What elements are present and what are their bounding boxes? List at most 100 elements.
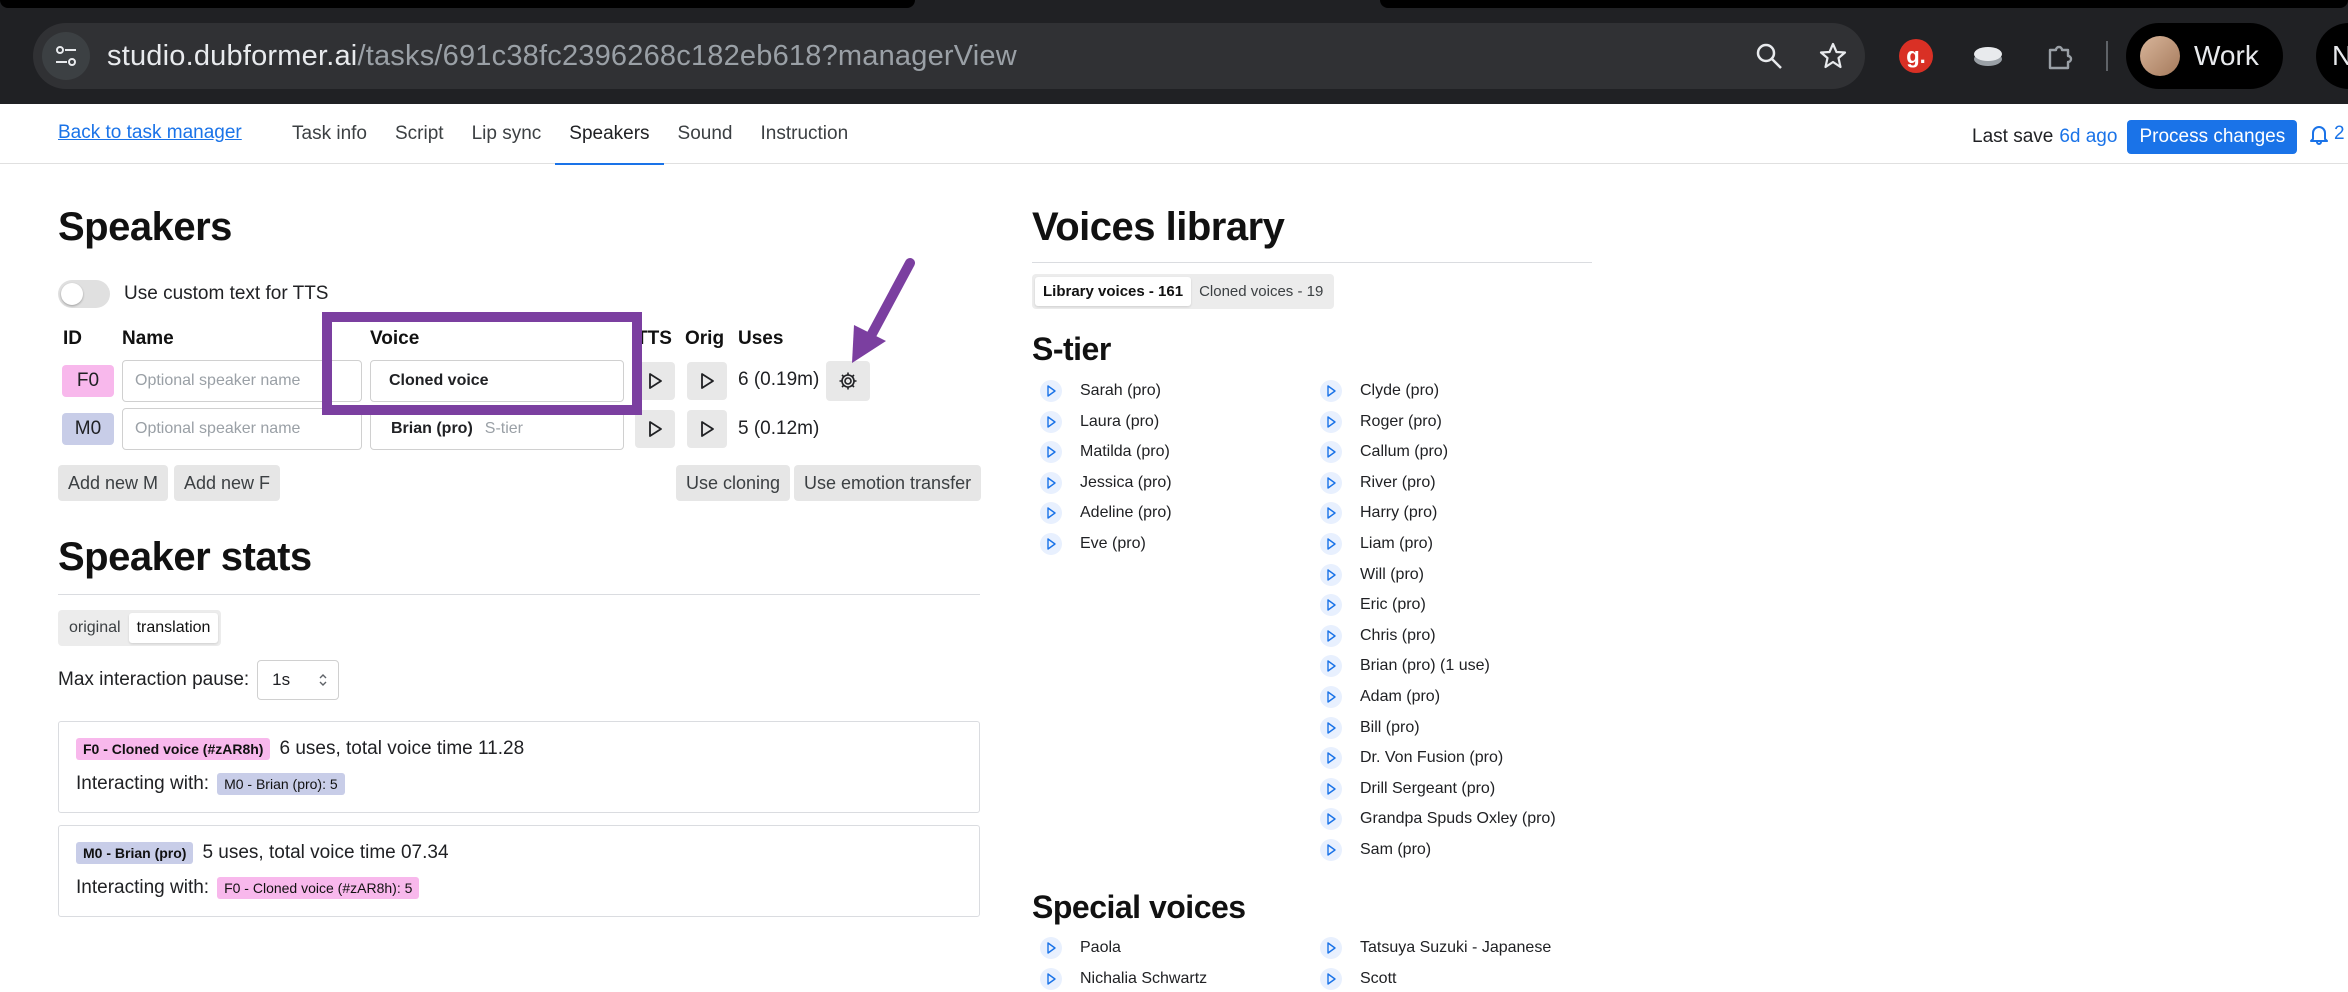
play-icon[interactable] — [1320, 937, 1342, 959]
tab-instruction[interactable]: Instruction — [747, 104, 863, 164]
play-icon[interactable] — [1040, 410, 1062, 433]
use-cloning-button[interactable]: Use cloning — [676, 465, 791, 501]
profile-button[interactable]: Work — [2126, 23, 2283, 89]
play-icon[interactable] — [1040, 937, 1062, 959]
play-icon[interactable] — [1320, 502, 1342, 525]
voice-library-label: Will (pro) — [1360, 565, 1424, 583]
grammarly-extension[interactable]: g. — [1880, 23, 1952, 89]
voice-library-item[interactable]: Grandpa Spuds Oxley (pro) — [1320, 808, 1556, 831]
stats-mode-original[interactable]: original — [61, 613, 129, 643]
play-icon[interactable] — [1320, 968, 1342, 990]
play-icon[interactable] — [1320, 471, 1342, 494]
voice-library-item[interactable]: Callum (pro) — [1320, 441, 1449, 464]
interacting-pill: F0 - Cloned voice (#zAR8h): 5 — [217, 877, 420, 899]
use-emotion-transfer-button[interactable]: Use emotion transfer — [794, 465, 982, 501]
url-text[interactable]: studio.dubformer.ai/tasks/691c38fc239626… — [107, 40, 1017, 73]
tab-task-info[interactable]: Task info — [278, 104, 381, 164]
play-icon[interactable] — [1040, 533, 1062, 555]
address-bar[interactable]: studio.dubformer.ai/tasks/691c38fc239626… — [33, 23, 1865, 89]
voice-library-item[interactable]: Eric (pro) — [1320, 594, 1426, 617]
star-icon — [1819, 42, 1847, 69]
voice-library-item[interactable]: Roger (pro) — [1320, 410, 1442, 433]
voice-library-item[interactable]: Matilda (pro) — [1040, 441, 1170, 464]
voice-library-label: Paola — [1080, 939, 1121, 956]
play-icon[interactable] — [1320, 655, 1342, 678]
play-icon[interactable] — [1040, 380, 1062, 402]
library-voices-tab[interactable]: Library voices - 161 — [1035, 277, 1192, 306]
play-icon[interactable] — [1320, 686, 1342, 708]
play-icon[interactable] — [1320, 410, 1342, 433]
play-icon[interactable] — [1320, 594, 1342, 617]
play-icon[interactable] — [1320, 380, 1342, 402]
voice-library-item[interactable]: Dr. Von Fusion (pro) — [1320, 747, 1504, 770]
play-icon[interactable] — [1320, 563, 1342, 586]
play-icon[interactable] — [1040, 441, 1062, 464]
cloned-voices-tab[interactable]: Cloned voices - 19 — [1191, 277, 1331, 306]
play-icon[interactable] — [1320, 747, 1342, 770]
stats-mode-translation[interactable]: translation — [128, 613, 219, 643]
play-icon[interactable] — [1320, 777, 1342, 800]
play-icon[interactable] — [1320, 441, 1342, 464]
speakers-title: Speakers — [58, 205, 232, 249]
voice-library-item[interactable]: Nichalia Schwartz — [1040, 968, 1207, 990]
second-profile-button[interactable]: N — [2316, 23, 2348, 89]
play-icon[interactable] — [1040, 471, 1062, 494]
add-new-m-button[interactable]: Add new M — [58, 465, 169, 501]
voice-library-item[interactable]: Paola — [1040, 937, 1121, 959]
play-icon[interactable] — [1320, 716, 1342, 739]
voice-library-item[interactable]: Will (pro) — [1320, 563, 1424, 586]
voice-library-item[interactable]: Chris (pro) — [1320, 624, 1436, 647]
orig-play-button[interactable] — [687, 362, 727, 400]
back-to-task-manager-link[interactable]: Back to task manager — [58, 122, 242, 144]
voice-library-label: Nichalia Schwartz — [1080, 970, 1208, 987]
voice-library-label: Dr. Von Fusion (pro) — [1360, 749, 1504, 767]
special-voices-title: Special voices — [1032, 889, 1246, 925]
voice-library-item[interactable]: Sarah (pro) — [1040, 380, 1161, 402]
orig-play-button[interactable] — [687, 410, 727, 448]
tab-sound[interactable]: Sound — [664, 104, 747, 164]
voice-library-label: Callum (pro) — [1360, 443, 1449, 461]
voice-library-item[interactable]: Adam (pro) — [1320, 686, 1440, 708]
play-icon[interactable] — [1320, 839, 1342, 861]
play-icon — [701, 373, 714, 389]
voice-library-item[interactable]: Brian (pro) (1 use) — [1320, 655, 1490, 678]
site-info-button[interactable] — [33, 23, 99, 89]
voice-library-item[interactable]: Tatsuya Suzuki - Japanese — [1320, 937, 1551, 959]
tts-play-button[interactable] — [635, 410, 675, 448]
voice-library-item[interactable]: Liam (pro) — [1320, 533, 1433, 555]
voice-settings-button[interactable] — [826, 361, 870, 401]
add-new-f-button[interactable]: Add new F — [174, 465, 281, 501]
play-icon[interactable] — [1320, 624, 1342, 647]
extensions-menu-button[interactable] — [2024, 23, 2096, 89]
voice-library-item[interactable]: Clyde (pro) — [1320, 380, 1439, 402]
voice-library-item[interactable]: Harry (pro) — [1320, 502, 1437, 525]
tab-script[interactable]: Script — [381, 104, 458, 164]
tab-lip-sync[interactable]: Lip sync — [458, 104, 556, 164]
voice-library-item[interactable]: Scott — [1320, 968, 1396, 990]
custom-tts-toggle[interactable] — [58, 280, 110, 308]
browser-toolbar: studio.dubformer.ai/tasks/691c38fc239626… — [0, 0, 2348, 104]
voice-library-item[interactable]: Jessica (pro) — [1040, 471, 1172, 494]
voice-library-item[interactable]: Eve (pro) — [1040, 533, 1146, 555]
voice-library-item[interactable]: River (pro) — [1320, 471, 1436, 494]
voice-library-item[interactable]: Drill Sergeant (pro) — [1320, 777, 1495, 800]
bookmark-button[interactable] — [1801, 23, 1865, 89]
max-pause-select[interactable]: 1s — [257, 660, 340, 700]
play-icon[interactable] — [1320, 808, 1342, 831]
play-icon[interactable] — [1040, 968, 1062, 990]
speaker-stats-title: Speaker stats — [58, 535, 312, 579]
zoom-button[interactable] — [1737, 23, 1801, 89]
play-icon[interactable] — [1040, 502, 1062, 525]
voice-library-item[interactable]: Adeline (pro) — [1040, 502, 1172, 525]
voice-library-item[interactable]: Bill (pro) — [1320, 716, 1420, 739]
save-status: Last save 6d ago Process changes — [1972, 120, 2298, 154]
tab-speakers[interactable]: Speakers — [555, 104, 664, 165]
voice-library-item[interactable]: Laura (pro) — [1040, 410, 1159, 433]
play-icon — [649, 373, 662, 389]
voice-library-label: Adam (pro) — [1360, 688, 1441, 705]
voice-library-item[interactable]: Sam (pro) — [1320, 839, 1431, 861]
extension-button[interactable] — [1952, 23, 2024, 89]
notifications-button[interactable]: 2 — [2308, 123, 2345, 145]
play-icon[interactable] — [1320, 533, 1342, 555]
process-changes-button[interactable]: Process changes — [2127, 120, 2298, 154]
